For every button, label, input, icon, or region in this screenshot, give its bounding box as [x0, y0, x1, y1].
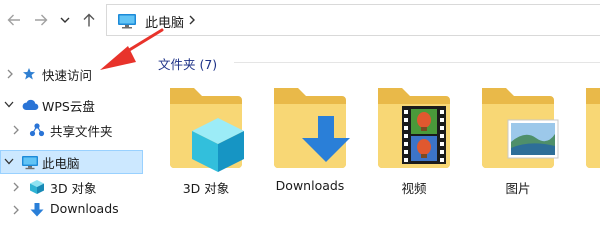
share-icon	[29, 123, 45, 137]
arrow-up-icon	[83, 13, 95, 27]
arrow-right-icon	[35, 14, 48, 26]
pictures-folder-icon	[482, 88, 559, 168]
chevron-right-icon[interactable]	[11, 124, 21, 136]
navigation-pane: 快速访问 WPS云盘 共享文件夹 此电脑 3D 对象 Downloads	[0, 40, 143, 225]
sidebar-item-label: WPS云盘	[42, 99, 95, 114]
chevron-right-icon[interactable]	[187, 14, 197, 26]
folder-tile-partial[interactable]	[574, 82, 600, 212]
group-divider	[234, 62, 600, 63]
downloads-folder-icon	[274, 88, 350, 168]
folder-tile-downloads[interactable]: Downloads	[262, 82, 358, 212]
sidebar-item-3d-objects[interactable]: 3D 对象	[0, 175, 143, 199]
folder-tile-label: 视频	[401, 181, 427, 196]
3d-objects-icon	[30, 180, 44, 194]
sidebar-item-label: Downloads	[50, 201, 119, 216]
folder-tile-label: 3D 对象	[182, 181, 230, 196]
up-button[interactable]	[78, 8, 100, 32]
chevron-down-icon	[60, 17, 70, 23]
folder-tile-3d-objects[interactable]: 3D 对象	[158, 82, 254, 212]
chevron-right-icon[interactable]	[5, 68, 15, 80]
folder-view: 文件夹 (7) 3D 对象 Downloads 视频 图片	[144, 40, 600, 225]
forward-button[interactable]	[30, 8, 52, 32]
navigation-bar: 此电脑	[0, 0, 600, 40]
star-icon	[23, 68, 35, 80]
videos-folder-icon	[378, 88, 450, 168]
3d-objects-folder-icon	[170, 88, 244, 172]
address-bar[interactable]: 此电脑	[106, 4, 600, 36]
chevron-right-icon[interactable]	[11, 181, 21, 193]
folder-tile-label: 图片	[505, 181, 531, 196]
folder-tile-pictures[interactable]: 图片	[470, 82, 566, 212]
computer-icon	[22, 156, 38, 170]
sidebar-item-label: 共享文件夹	[50, 124, 113, 139]
chevron-down-icon[interactable]	[3, 157, 15, 167]
arrow-left-icon	[7, 14, 20, 26]
sidebar-item-this-pc[interactable]: 此电脑	[0, 150, 143, 174]
folder-icon	[586, 88, 600, 168]
sidebar-item-shared-folder[interactable]: 共享文件夹	[0, 118, 143, 142]
computer-icon	[118, 14, 136, 29]
sidebar-item-label: 3D 对象	[50, 181, 97, 196]
chevron-right-icon[interactable]	[11, 204, 21, 216]
sidebar-item-label: 此电脑	[42, 156, 80, 171]
folder-tile-videos[interactable]: 视频	[366, 82, 462, 212]
address-path-segment[interactable]: 此电脑	[145, 12, 184, 31]
file-explorer-window: 此电脑 快速访问 WPS云盘 共享文件夹 此电脑 3D 对象 Downloads…	[0, 0, 600, 225]
sidebar-item-quick-access[interactable]: 快速访问	[0, 62, 143, 86]
chevron-down-icon[interactable]	[3, 100, 15, 110]
sidebar-item-wps-cloud[interactable]: WPS云盘	[0, 93, 143, 117]
back-button[interactable]	[3, 8, 25, 32]
recent-locations-button[interactable]	[56, 8, 74, 32]
download-icon	[30, 203, 44, 217]
sidebar-item-downloads[interactable]: Downloads	[0, 198, 143, 222]
sidebar-item-label: 快速访问	[42, 68, 93, 83]
folder-tile-label: Downloads	[275, 178, 345, 193]
group-header[interactable]: 文件夹 (7)	[158, 54, 217, 73]
cloud-icon	[22, 99, 39, 111]
